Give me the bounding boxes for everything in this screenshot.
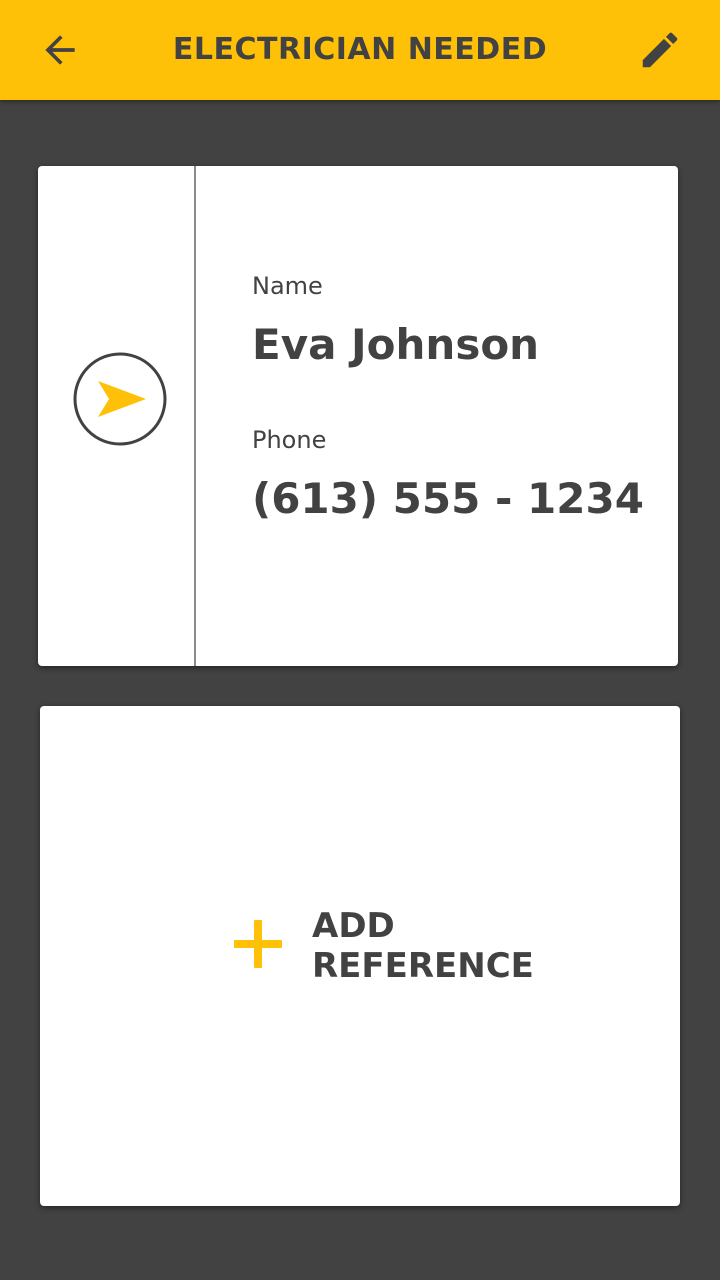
send-icon: [73, 352, 167, 446]
add-reference-label-line1: ADD: [312, 906, 395, 946]
contact-card: Name Eva Johnson Phone (613) 555 - 1234: [38, 166, 678, 666]
page-title: ELECTRICIAN NEEDED: [172, 32, 548, 67]
add-reference-button[interactable]: ADD REFERENCE: [40, 706, 680, 1206]
app-bar: ELECTRICIAN NEEDED: [0, 0, 720, 100]
card-divider: [194, 166, 196, 666]
add-reference-label: ADD REFERENCE: [312, 906, 572, 986]
pencil-icon: [642, 32, 678, 68]
plus-icon: [234, 920, 282, 968]
phone-label: Phone: [252, 426, 327, 454]
send-button[interactable]: [73, 352, 167, 446]
name-value: Eva Johnson: [252, 320, 540, 369]
name-label: Name: [252, 272, 323, 300]
add-reference-label-line2: REFERENCE: [312, 946, 534, 986]
edit-button[interactable]: [636, 26, 684, 74]
phone-value[interactable]: (613) 555 - 1234: [252, 474, 644, 523]
